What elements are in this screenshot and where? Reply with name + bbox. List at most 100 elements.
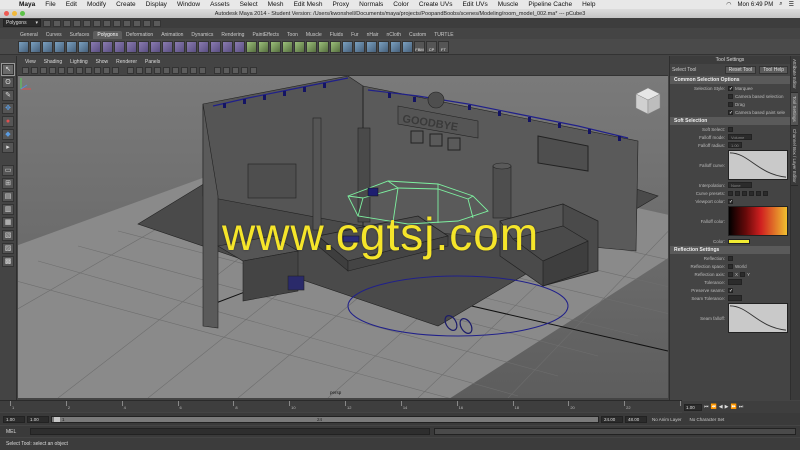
tab-general[interactable]: General (16, 31, 42, 39)
extract-icon[interactable] (114, 40, 125, 53)
split-polygon-icon[interactable] (210, 40, 221, 53)
last-tool-icon[interactable]: ▸ (2, 142, 14, 153)
minimize-icon[interactable] (12, 11, 17, 16)
axis-x-radio[interactable] (728, 271, 733, 277)
axis-y-radio[interactable] (740, 271, 746, 277)
boolean-union-icon[interactable] (138, 40, 149, 53)
fill-hole-icon[interactable] (186, 40, 197, 53)
go-to-start-icon[interactable]: ⏮ (704, 404, 709, 410)
soft-select-checkbox[interactable] (728, 126, 733, 132)
uv-editor-icon[interactable] (390, 40, 401, 53)
image-plane-icon[interactable] (49, 67, 56, 74)
viewport-menu-renderer[interactable]: Renderer (112, 59, 141, 65)
select-component-icon[interactable] (93, 19, 101, 27)
falloff-mode-dropdown[interactable]: Volume (728, 134, 752, 140)
preset-5-icon[interactable] (756, 190, 761, 196)
viewport-menu-shading[interactable]: Shading (40, 59, 66, 65)
time-slider[interactable]: 124681012141618202224 (0, 400, 686, 412)
anim-layer-dropdown[interactable]: No Anim Layer (649, 417, 685, 422)
menu-create-uvs[interactable]: Create UVs (414, 1, 458, 8)
textured-icon[interactable] (154, 67, 161, 74)
shelf-button-cp[interactable]: CP (426, 40, 437, 53)
tab-painteffects[interactable]: PaintEffects (248, 31, 283, 39)
poke-icon[interactable] (318, 40, 329, 53)
reflection-checkbox[interactable] (728, 255, 733, 261)
layout-custom-icon[interactable]: ▩ (2, 256, 14, 267)
bridge-icon[interactable] (258, 40, 269, 53)
wedge-icon[interactable] (330, 40, 341, 53)
list-icon[interactable]: ☰ (789, 1, 794, 8)
xray-icon[interactable] (181, 67, 188, 74)
menu-mesh[interactable]: Mesh (263, 1, 289, 8)
app-menu[interactable]: Maya (14, 1, 40, 8)
xray-components-icon[interactable] (199, 67, 206, 74)
select-tool-icon[interactable]: ↖ (1, 63, 15, 76)
grid-toggle-icon[interactable] (58, 67, 65, 74)
rotate-tool-icon[interactable]: ● (2, 116, 14, 127)
step-forward-key-icon[interactable]: ⏩ (730, 404, 736, 410)
menu-edit[interactable]: Edit (61, 1, 82, 8)
separate-icon[interactable] (102, 40, 113, 53)
ambient-occlusion-icon[interactable] (232, 67, 239, 74)
open-scene-icon[interactable] (53, 19, 61, 27)
safe-title-icon[interactable] (112, 67, 119, 74)
preset-3-icon[interactable] (742, 190, 747, 196)
gate-mask-icon[interactable] (85, 67, 92, 74)
range-slider-knob[interactable] (54, 416, 60, 422)
isolate-select-icon[interactable] (214, 67, 221, 74)
lasso-tool-icon[interactable]: ʘ (2, 77, 14, 88)
use-all-lights-icon[interactable] (163, 67, 170, 74)
tab-toon[interactable]: Toon (283, 31, 302, 39)
tab-fur[interactable]: Fur (347, 31, 363, 39)
seam-tolerance-field[interactable] (728, 295, 742, 301)
layout-persp-graph-icon[interactable]: ▦ (2, 217, 14, 228)
interpolation-dropdown[interactable]: None (728, 182, 752, 188)
go-to-end-icon[interactable]: ⏭ (739, 404, 744, 410)
poly-sphere-icon[interactable] (18, 40, 29, 53)
layout-graph-icon[interactable]: ▥ (2, 204, 14, 215)
preserve-seams-checkbox[interactable] (728, 287, 733, 293)
offset-edge-loop-icon[interactable] (234, 40, 245, 53)
chamfer-icon[interactable] (306, 40, 317, 53)
search-icon[interactable]: ⌕ (779, 1, 782, 8)
tool-help-button[interactable]: Tool Help (759, 65, 788, 74)
section-soft-selection[interactable]: Soft Selection (670, 117, 790, 125)
play-backward-icon[interactable]: ◀ (719, 404, 723, 410)
menu-edit-mesh[interactable]: Edit Mesh (289, 1, 328, 8)
seam-falloff-graph[interactable] (728, 303, 788, 333)
merge-icon[interactable] (282, 40, 293, 53)
wireframe-on-shaded-icon[interactable] (145, 67, 152, 74)
boolean-intersection-icon[interactable] (162, 40, 173, 53)
bookmark-icon[interactable] (40, 67, 47, 74)
tab-attribute-editor[interactable]: Attribute Editor (791, 56, 798, 93)
menu-window[interactable]: Window (172, 1, 205, 8)
tab-ncloth[interactable]: nCloth (383, 31, 405, 39)
field-chart-icon[interactable] (94, 67, 101, 74)
falloff-curve-graph[interactable] (728, 150, 788, 180)
camera-based-paint-checkbox[interactable] (728, 109, 733, 115)
step-back-key-icon[interactable]: ⏪ (711, 404, 717, 410)
end-time-field[interactable]: 48.00 (625, 415, 647, 423)
playback-start-field[interactable]: 1.00 (27, 415, 49, 423)
shelf-button-ft[interactable]: FT (438, 40, 449, 53)
color-swatch[interactable] (728, 238, 750, 244)
viewport-menu-view[interactable]: View (21, 59, 40, 65)
paint-select-tool-icon[interactable]: ✎ (2, 90, 14, 101)
combine-icon[interactable] (90, 40, 101, 53)
character-set-dropdown[interactable]: No Character Set (687, 417, 728, 422)
range-slider[interactable]: 1 24 (51, 415, 599, 423)
select-hierarchy-icon[interactable] (73, 19, 81, 27)
automatic-mapping-icon[interactable] (378, 40, 389, 53)
play-forward-icon[interactable]: ▶ (725, 404, 729, 410)
select-object-icon[interactable] (83, 19, 91, 27)
depth-of-field-icon[interactable] (250, 67, 257, 74)
tab-custom[interactable]: Custom (405, 31, 430, 39)
tab-turtle[interactable]: TURTLE (430, 31, 457, 39)
section-reflection-settings[interactable]: Reflection Settings (670, 246, 790, 254)
anti-aliasing-icon[interactable] (241, 67, 248, 74)
scale-tool-icon[interactable]: ◆ (2, 129, 14, 140)
viewport-menu-panels[interactable]: Panels (141, 59, 164, 65)
layout-single-icon[interactable]: ▭ (2, 165, 14, 176)
menu-assets[interactable]: Assets (205, 1, 235, 8)
marquee-radio[interactable] (728, 85, 733, 91)
